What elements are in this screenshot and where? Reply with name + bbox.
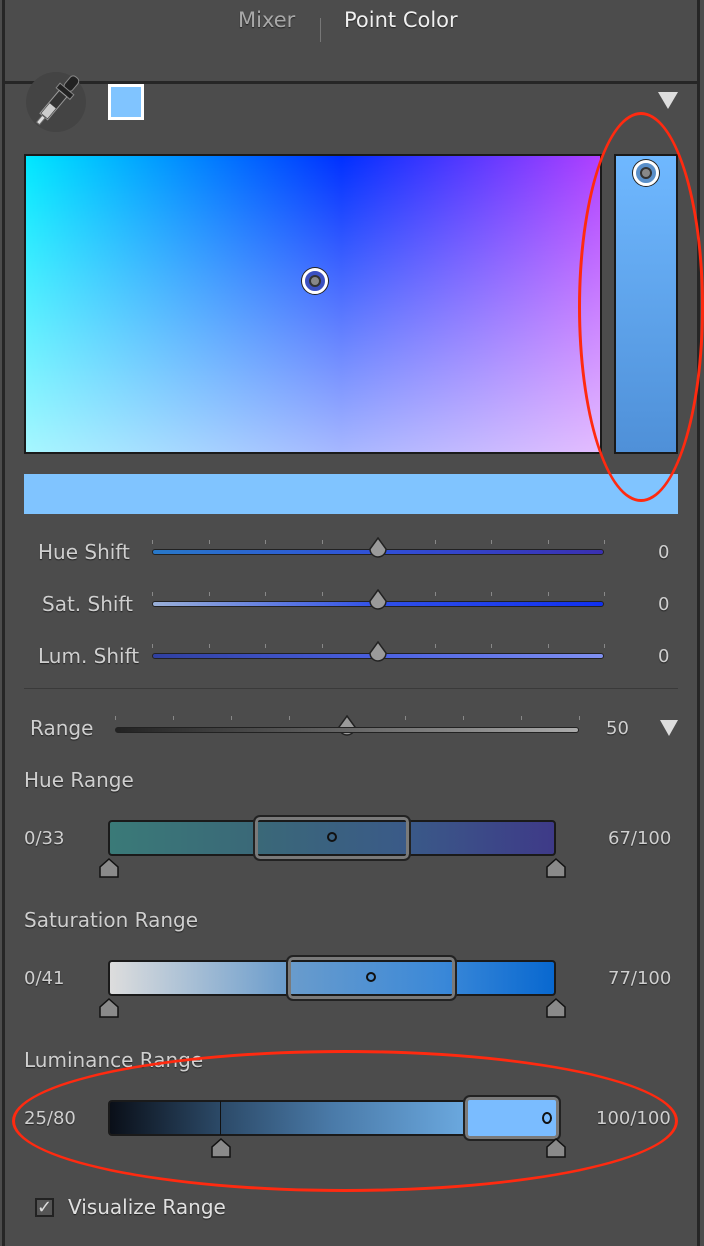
saturation-range-right-value: 77/100	[608, 968, 672, 989]
annotation-circle	[578, 112, 704, 502]
slider-tick	[491, 644, 492, 648]
hue-range-right-value: 67/100	[608, 828, 672, 849]
annotation-ellipse	[12, 1050, 678, 1192]
slider-tick	[289, 716, 290, 720]
range-value: 50	[606, 718, 629, 739]
slider-tick	[604, 540, 605, 544]
hue-shift-value: 0	[658, 542, 670, 563]
saturation-range-center-handle[interactable]	[366, 972, 376, 982]
lum-shift-label: Lum. Shift	[38, 644, 140, 668]
color-picker-handle[interactable]	[302, 268, 328, 294]
slider-tick	[491, 592, 492, 596]
slider-tick	[434, 644, 436, 648]
slider-tick	[547, 540, 549, 544]
slider-tick	[208, 540, 210, 544]
section-divider	[24, 688, 678, 689]
range-endpoint-handle[interactable]	[545, 857, 567, 878]
tab-point-color[interactable]: Point Color	[344, 8, 458, 32]
range-endpoint-handle[interactable]	[545, 997, 567, 1018]
visualize-range-label: Visualize Range	[68, 1195, 226, 1219]
slider-tick	[321, 592, 323, 596]
slider-tick	[173, 716, 174, 720]
slider-tick	[265, 644, 266, 648]
slider-tick	[265, 540, 266, 544]
range-endpoint-handle[interactable]	[98, 857, 120, 878]
slider-tick	[152, 644, 153, 648]
color-preview-bar	[24, 474, 678, 514]
hue-range-label: Hue Range	[24, 768, 134, 792]
slider-tick	[434, 540, 436, 544]
hue-shift-label: Hue Shift	[38, 540, 130, 564]
hue-range-left-value: 0/33	[24, 828, 65, 849]
slider-thumb[interactable]	[368, 640, 388, 667]
slider-tick	[265, 592, 266, 596]
slider-tick	[604, 592, 605, 596]
slider-tick	[405, 716, 406, 720]
visualize-range-checkbox[interactable]: ✓	[35, 1198, 54, 1217]
slider-tick	[321, 540, 323, 544]
slider-tick	[521, 716, 522, 720]
slider-tick	[491, 540, 492, 544]
slider-tick	[115, 716, 116, 720]
slider-tick	[231, 716, 232, 720]
slider-tick	[208, 592, 210, 596]
saturation-range-left-value: 0/41	[24, 968, 65, 989]
tab-separator	[320, 18, 321, 42]
slider-tick	[321, 644, 323, 648]
color-field[interactable]	[24, 154, 602, 454]
slider-tick	[208, 644, 210, 648]
slider-tick	[463, 716, 464, 720]
disclosure-triangle-icon[interactable]	[658, 92, 678, 109]
sat-shift-label: Sat. Shift	[42, 592, 133, 616]
tab-mixer[interactable]: Mixer	[238, 8, 295, 32]
range-slider[interactable]	[115, 727, 579, 733]
slider-thumb[interactable]	[368, 588, 388, 615]
header-divider	[2, 81, 700, 84]
range-endpoint-handle[interactable]	[545, 1137, 567, 1158]
hue-range-center-handle[interactable]	[327, 832, 337, 842]
slider-tick	[152, 540, 153, 544]
range-endpoint-handle[interactable]	[98, 997, 120, 1018]
range-label: Range	[30, 716, 94, 740]
slider-tick	[579, 716, 580, 720]
selected-color-swatch[interactable]	[108, 84, 144, 120]
eyedropper-icon[interactable]	[26, 72, 88, 134]
slider-thumb[interactable]	[368, 536, 388, 563]
slider-tick	[547, 644, 549, 648]
lum-shift-value: 0	[658, 646, 670, 667]
sat-shift-value: 0	[658, 594, 670, 615]
slider-tick	[604, 644, 605, 648]
slider-tick	[152, 592, 153, 596]
range-disclosure-icon[interactable]	[660, 720, 678, 736]
range-endpoint-handle[interactable]	[210, 1137, 232, 1158]
slider-tick	[434, 592, 436, 596]
slider-tick	[547, 592, 549, 596]
saturation-range-label: Saturation Range	[24, 908, 199, 932]
